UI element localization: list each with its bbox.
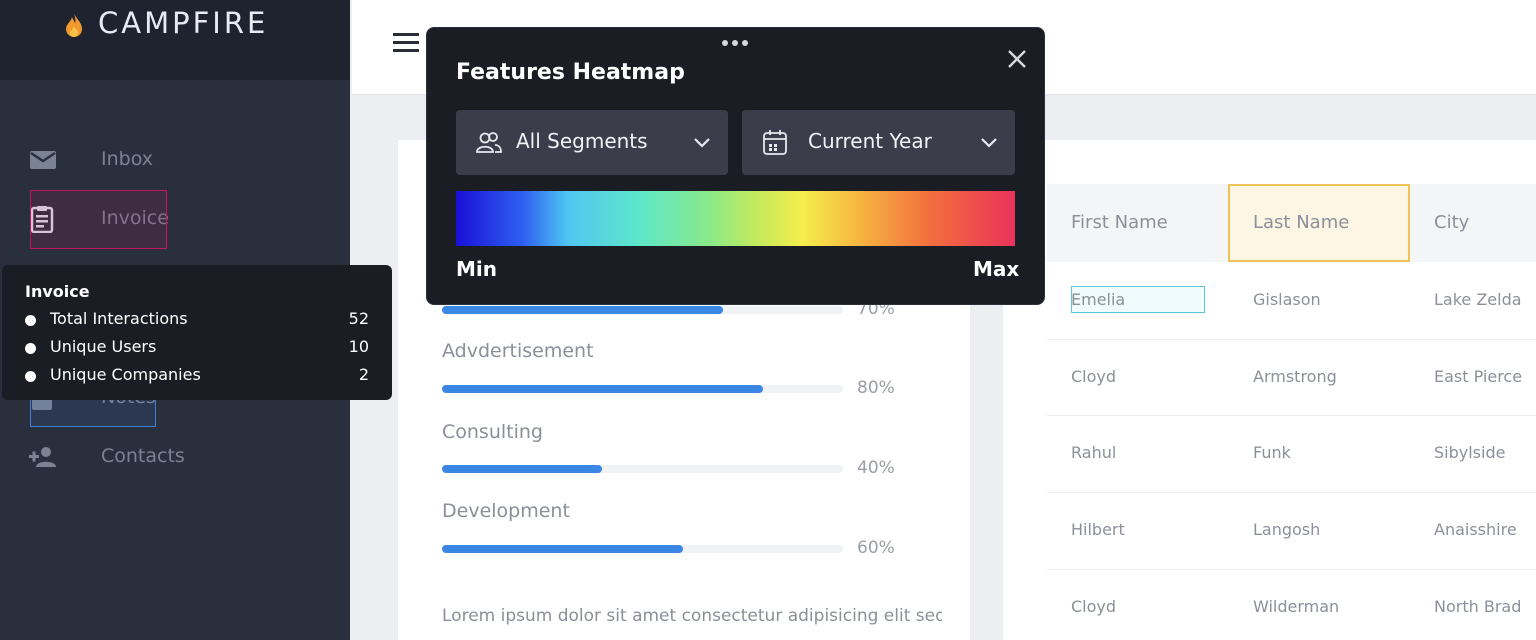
- table-cell[interactable]: Armstrong: [1253, 367, 1337, 386]
- skill-progress-bar: [442, 306, 843, 314]
- table-cell[interactable]: East Pierce: [1434, 367, 1522, 386]
- sidebar-item-label: Inbox: [101, 148, 153, 170]
- sidebar-item-label: Contacts: [101, 445, 185, 467]
- row-divider: [1047, 492, 1536, 493]
- mail-icon: [30, 151, 56, 169]
- column-header-city[interactable]: City: [1434, 212, 1469, 233]
- skill-progress-bar: [442, 545, 843, 553]
- skill-progress-bar: [442, 465, 843, 473]
- tooltip-row-value: 10: [348, 337, 369, 356]
- skill-progress-bar: [442, 385, 843, 393]
- close-icon[interactable]: [1005, 47, 1029, 71]
- table-cell[interactable]: Funk: [1253, 443, 1291, 462]
- column-header-first-name[interactable]: First Name: [1071, 212, 1168, 233]
- column-header-last-name[interactable]: Last Name: [1253, 212, 1349, 233]
- add-person-icon: [29, 447, 56, 467]
- brand-bar: CAMPFIRE: [0, 0, 350, 80]
- skill-percent: 60%: [857, 538, 895, 558]
- sidebar-item-inbox[interactable]: Inbox: [0, 138, 350, 182]
- skill-label: Advdertisement: [442, 340, 594, 362]
- brand-name: CAMPFIRE: [98, 6, 269, 40]
- table-cell[interactable]: Langosh: [1253, 520, 1320, 539]
- chevron-down-icon: [694, 138, 710, 148]
- scale-max-label: Max: [973, 257, 1020, 281]
- tooltip-title: Invoice: [25, 282, 90, 301]
- tooltip-row-label: Unique Companies: [50, 365, 201, 384]
- period-select[interactable]: Current Year: [742, 110, 1015, 175]
- row-divider: [1047, 569, 1536, 570]
- table-cell[interactable]: Rahul: [1071, 443, 1116, 462]
- skill-progress-fill: [442, 385, 763, 393]
- skill-percent: 40%: [857, 458, 895, 478]
- bullet-icon: [25, 315, 36, 326]
- skill-label: Consulting: [442, 421, 543, 443]
- period-select-value: Current Year: [808, 129, 932, 153]
- invoice-highlight-box: [30, 190, 167, 249]
- table-cell[interactable]: Gislason: [1253, 290, 1321, 309]
- table-cell[interactable]: North Brad: [1434, 597, 1521, 616]
- calendar-icon: [763, 130, 787, 155]
- tooltip-row-label: Unique Users: [50, 337, 157, 356]
- tooltip-row-value: 52: [348, 309, 369, 328]
- row-divider: [1047, 415, 1536, 416]
- tooltip-row: Unique Users 10: [0, 337, 392, 359]
- skill-progress-fill: [442, 545, 683, 553]
- bullet-icon: [25, 343, 36, 354]
- tooltip-row: Total Interactions 52: [0, 309, 392, 331]
- skill-percent: 80%: [857, 378, 895, 398]
- row-divider: [1047, 339, 1536, 340]
- sidebar-item-contacts[interactable]: Contacts: [0, 435, 350, 479]
- lorem-text: Lorem ipsum dolor sit amet consectetur a…: [442, 606, 942, 626]
- table-cell[interactable]: Cloyd: [1071, 597, 1116, 616]
- flame-icon: [66, 13, 82, 37]
- heatmap-color-scale: [456, 191, 1015, 246]
- menu-icon[interactable]: [393, 33, 419, 53]
- scale-min-label: Min: [456, 257, 497, 281]
- tooltip-row: Unique Companies 2: [0, 365, 392, 387]
- users-icon: [476, 132, 502, 153]
- table-cell[interactable]: Sibylside: [1434, 443, 1505, 462]
- skill-progress-fill: [442, 306, 723, 314]
- table-cell[interactable]: Wilderman: [1253, 597, 1339, 616]
- bullet-icon: [25, 371, 36, 382]
- tooltip-row-label: Total Interactions: [50, 309, 188, 328]
- skill-progress-fill: [442, 465, 603, 473]
- table-cell[interactable]: Anaisshire: [1434, 520, 1517, 539]
- table-cell[interactable]: Cloyd: [1071, 367, 1116, 386]
- table-cell[interactable]: Lake Zelda: [1434, 290, 1522, 309]
- segment-select[interactable]: All Segments: [456, 110, 728, 175]
- table-cell[interactable]: Hilbert: [1071, 520, 1125, 539]
- table-cell[interactable]: Emelia: [1071, 290, 1125, 309]
- segment-select-value: All Segments: [516, 129, 648, 153]
- drag-handle-icon[interactable]: [719, 36, 751, 50]
- skill-label: Development: [442, 500, 570, 522]
- chevron-down-icon: [981, 138, 997, 148]
- heatmap-title: Features Heatmap: [456, 60, 685, 85]
- tooltip-row-value: 2: [358, 365, 369, 384]
